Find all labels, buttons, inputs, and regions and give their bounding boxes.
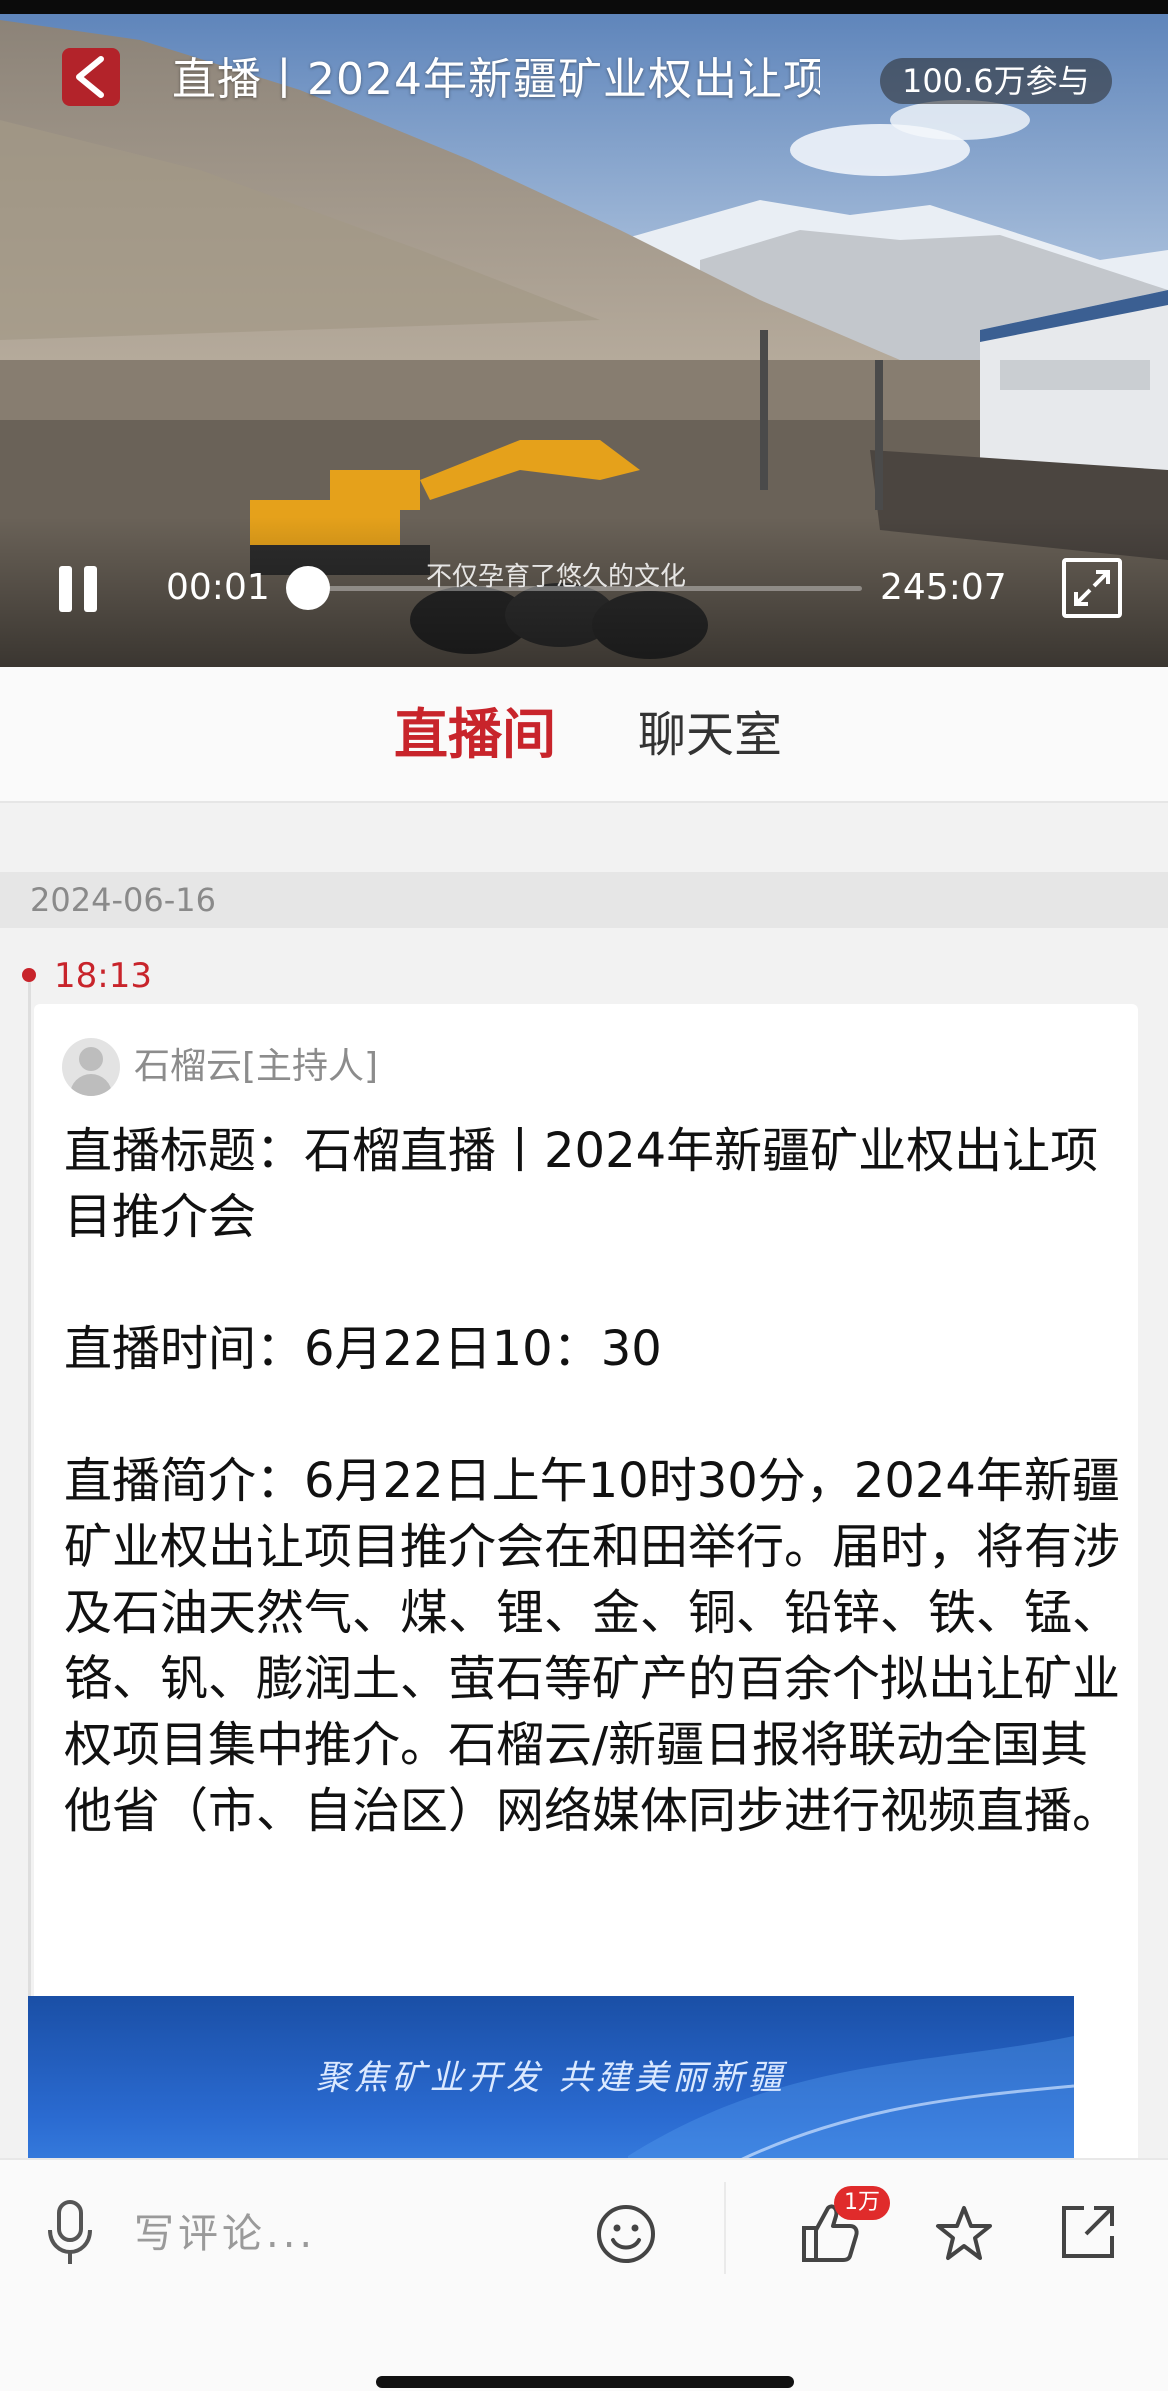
video-title: 直播丨2024年新疆矿业权出让项 <box>172 54 820 105</box>
avatar-head <box>79 1047 103 1071</box>
pause-icon-bar-right <box>84 566 97 612</box>
progress-bar[interactable] <box>302 586 862 591</box>
avatar-body <box>70 1074 112 1096</box>
back-button[interactable] <box>62 48 120 106</box>
microphone-icon <box>48 2200 92 2264</box>
timeline-dot <box>22 968 36 982</box>
share-button[interactable] <box>1058 2202 1118 2262</box>
avatar[interactable] <box>62 1038 120 1096</box>
favorite-button[interactable] <box>932 2202 996 2266</box>
total-time: 245:07 <box>880 567 1007 608</box>
pause-button[interactable] <box>50 564 106 614</box>
pause-icon-bar-left <box>59 566 72 612</box>
video-player[interactable]: 直播丨2024年新疆矿业权出让项 100.6万参与 00:01 不仅孕育了悠久的… <box>0 0 1168 667</box>
share-icon <box>1062 2206 1114 2258</box>
progress-handle[interactable] <box>286 566 330 610</box>
post-time: 18:13 <box>54 956 152 996</box>
bar-divider <box>724 2182 726 2274</box>
comment-input[interactable] <box>134 2206 554 2262</box>
tab-chat-room[interactable]: 聊天室 <box>638 667 782 803</box>
tab-bar: 直播间 聊天室 <box>0 667 1168 803</box>
home-indicator <box>376 2376 794 2388</box>
voice-input-button[interactable] <box>40 2198 100 2268</box>
date-header: 2024-06-16 <box>0 872 1168 928</box>
like-count-badge: 1万 <box>834 2186 890 2220</box>
current-time: 00:01 <box>166 567 270 608</box>
status-bar <box>0 0 1168 14</box>
comment-bar: 1万 <box>0 2158 1168 2391</box>
post-body: 直播标题：石榴直播丨2024年新疆矿业权出让项目推介会 直播时间：6月22日10… <box>64 1118 1124 1844</box>
host-name: 石榴云[主持人] <box>134 1046 379 1087</box>
post-paragraph-time: 直播时间：6月22日10：30 <box>64 1321 662 1377</box>
emoji-button[interactable] <box>594 2202 658 2266</box>
tab-live-room[interactable]: 直播间 <box>394 667 556 803</box>
back-arrow-icon <box>76 56 104 98</box>
banner-slogan: 聚焦矿业开发 共建美丽新疆 <box>315 2058 787 2098</box>
smiley-icon <box>597 2205 655 2263</box>
fullscreen-icon <box>1074 570 1110 606</box>
timeline-line <box>28 972 31 2172</box>
post-paragraph-title: 直播标题：石榴直播丨2024年新疆矿业权出让项目推介会 <box>64 1123 1099 1245</box>
star-icon <box>936 2206 992 2260</box>
fullscreen-button[interactable] <box>1062 558 1122 618</box>
post-paragraph-intro: 直播简介：6月22日上午10时30分，2024年新疆矿业权出让项目推介会在和田举… <box>64 1453 1121 1839</box>
participant-count: 100.6万参与 <box>880 58 1112 104</box>
